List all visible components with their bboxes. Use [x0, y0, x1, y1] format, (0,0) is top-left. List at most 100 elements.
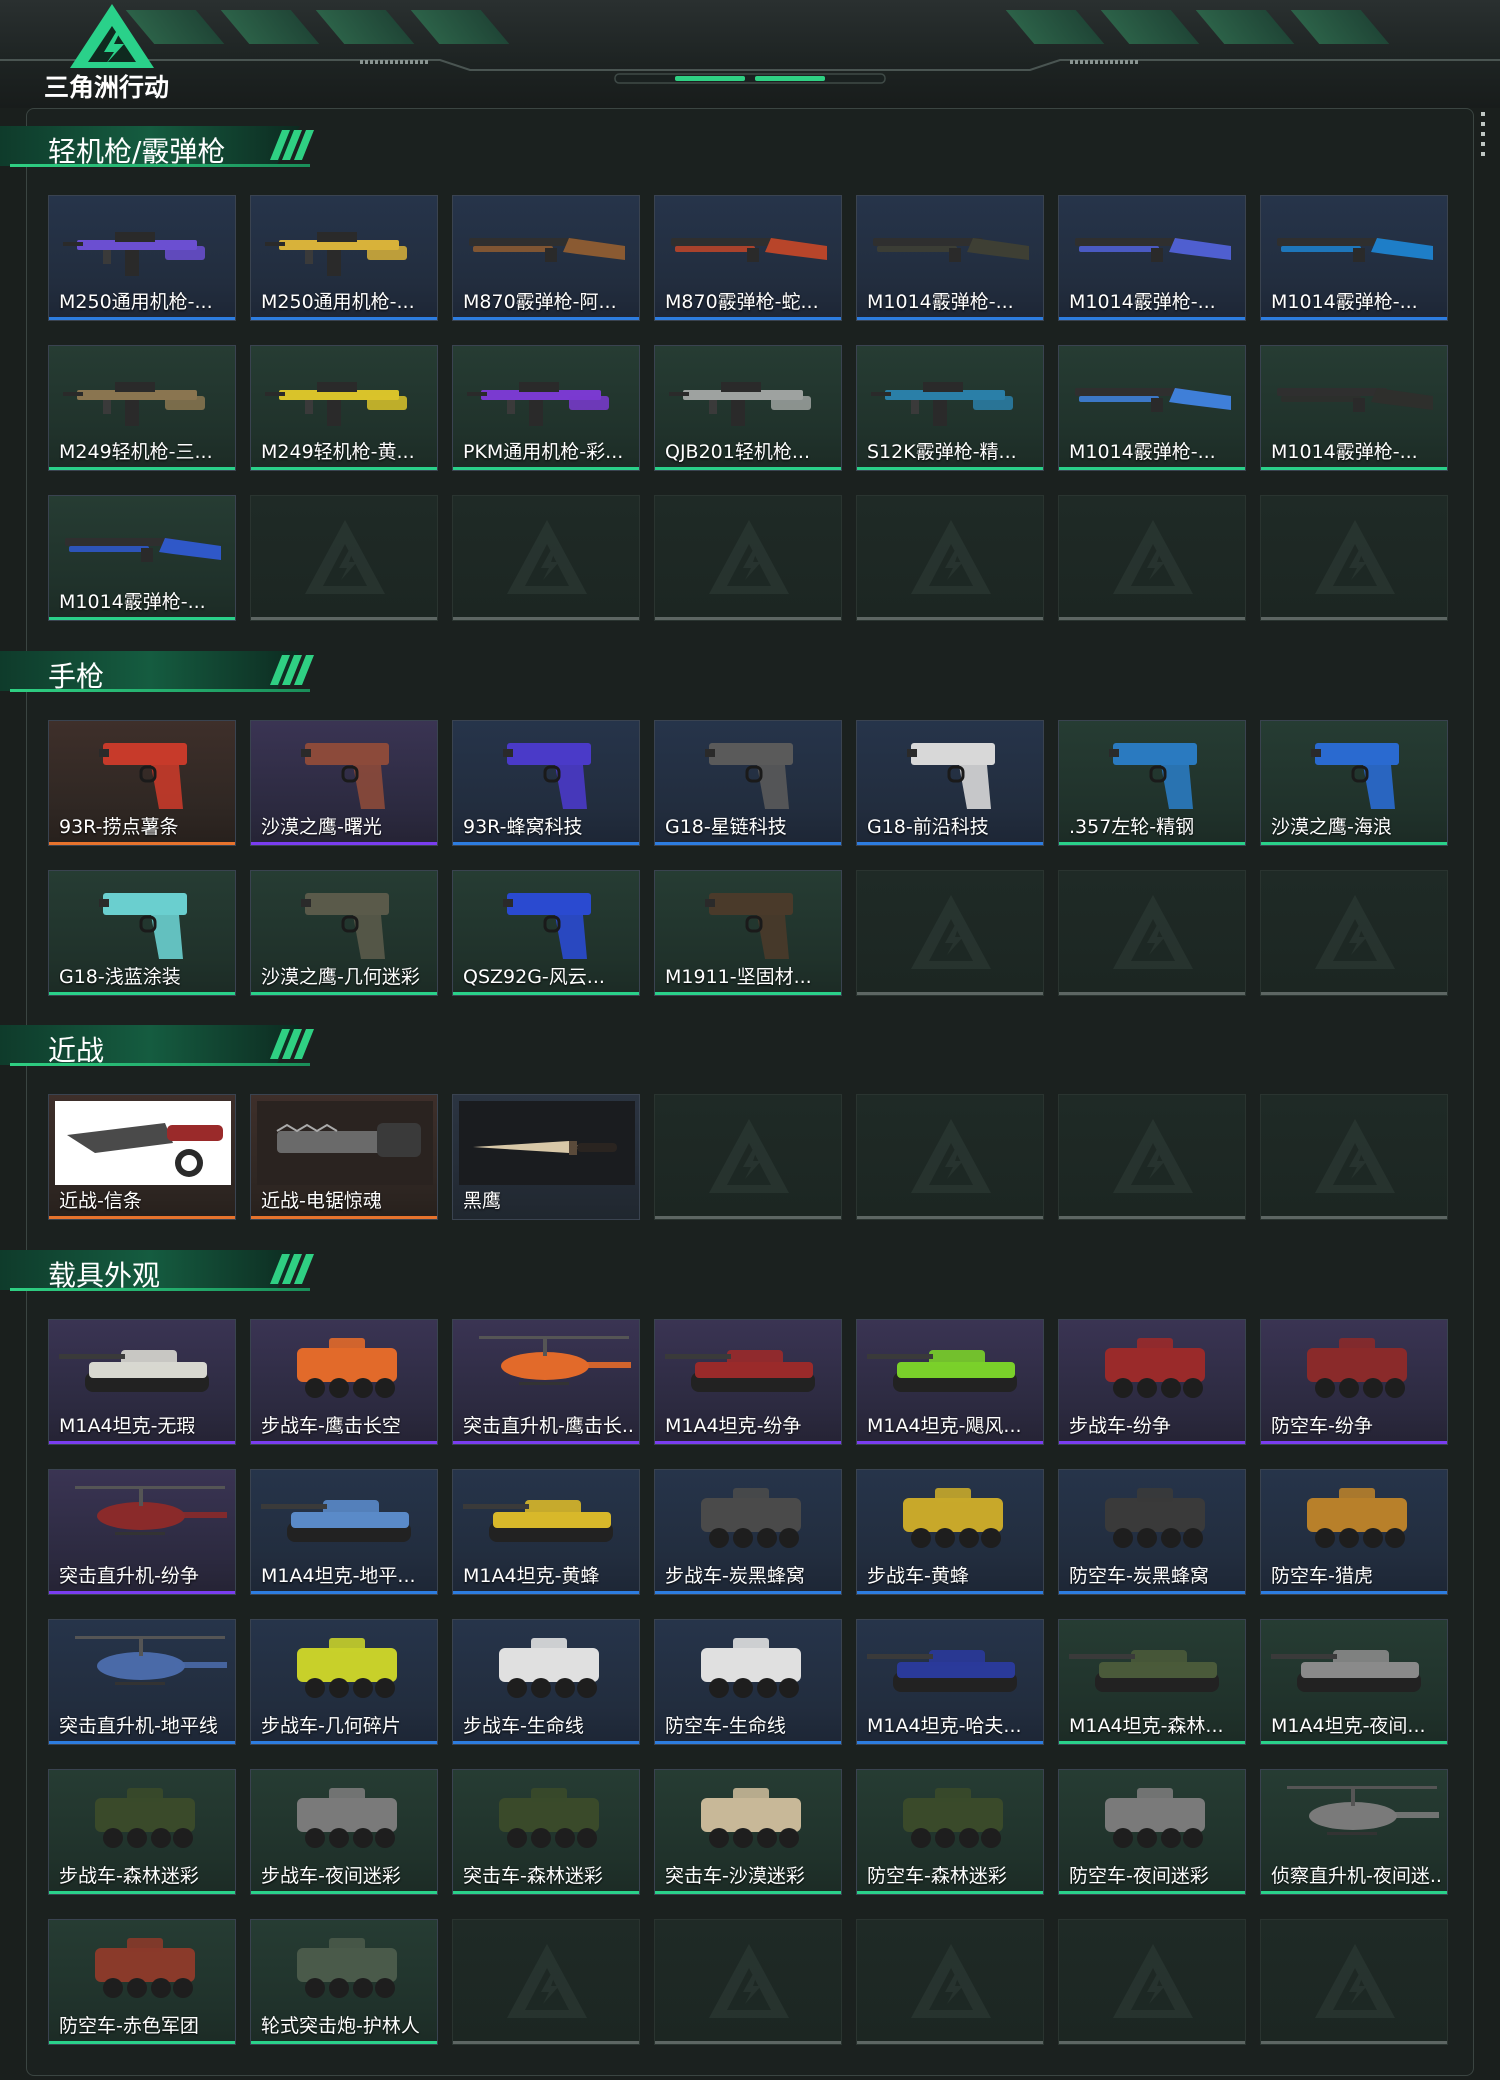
rarity-bar — [453, 1441, 639, 1444]
skin-card[interactable]: 沙漠之鹰-海浪 — [1260, 720, 1448, 846]
skin-card[interactable]: 黑鹰 — [452, 1094, 640, 1220]
skin-card[interactable]: M1A4坦克-森林... — [1058, 1619, 1246, 1745]
rarity-bar — [453, 992, 639, 995]
skin-card[interactable]: 防空车-生命线 — [654, 1619, 842, 1745]
skin-card[interactable]: 93R-蜂窝科技 — [452, 720, 640, 846]
skin-card[interactable]: .357左轮-精钢 — [1058, 720, 1246, 846]
ifv-icon — [903, 1788, 1003, 1848]
skin-name: M1A4坦克-哈夫... — [867, 1715, 1022, 1737]
skin-name: 防空车-生命线 — [665, 1715, 786, 1737]
scrollbar-handle[interactable] — [1480, 112, 1486, 172]
skin-card[interactable]: M1A4坦克-无瑕 — [48, 1319, 236, 1445]
skin-card[interactable]: 步战车-几何碎片 — [250, 1619, 438, 1745]
skin-card[interactable]: M1014霰弹枪-... — [48, 495, 236, 621]
skin-card[interactable]: M1911-坚固材... — [654, 870, 842, 996]
pistol-icon — [301, 893, 389, 959]
skin-card[interactable]: 突击车-森林迷彩 — [452, 1769, 640, 1895]
skin-card[interactable]: 防空车-森林迷彩 — [856, 1769, 1044, 1895]
skin-card[interactable]: QSZ92G-风云... — [452, 870, 640, 996]
skin-card[interactable]: QJB201轻机枪... — [654, 345, 842, 471]
skin-card[interactable]: M1014霰弹枪-... — [1058, 195, 1246, 321]
skin-card[interactable]: 步战车-生命线 — [452, 1619, 640, 1745]
skin-card[interactable]: 步战车-黄蜂 — [856, 1469, 1044, 1595]
skin-card[interactable]: M1A4坦克-地平... — [250, 1469, 438, 1595]
skin-card[interactable]: M1A4坦克-夜间... — [1260, 1619, 1448, 1745]
skin-card[interactable]: S12K霰弹枪-精... — [856, 345, 1044, 471]
rarity-bar — [1261, 1591, 1447, 1594]
skin-card[interactable]: 突击直升机-地平线 — [48, 1619, 236, 1745]
skin-card[interactable]: M249轻机枪-黄... — [250, 345, 438, 471]
rarity-bar — [857, 1441, 1043, 1444]
skin-card[interactable]: G18-浅蓝涂装 — [48, 870, 236, 996]
skin-card[interactable]: 93R-捞点薯条 — [48, 720, 236, 846]
rarity-bar — [251, 2041, 437, 2044]
empty-slot — [1260, 1094, 1448, 1220]
skin-card[interactable]: 防空车-炭黑蜂窝 — [1058, 1469, 1246, 1595]
ifv-icon — [297, 1638, 397, 1698]
skin-card[interactable]: M870霰弹枪-阿... — [452, 195, 640, 321]
skin-card[interactable]: 突击直升机-鹰击长... — [452, 1319, 640, 1445]
skin-card[interactable]: M249轻机枪-三... — [48, 345, 236, 471]
skin-card[interactable]: 侦察直升机-夜间迷... — [1260, 1769, 1448, 1895]
skin-name: 近战-电锯惊魂 — [261, 1190, 382, 1212]
skin-card[interactable]: 突击直升机-纷争 — [48, 1469, 236, 1595]
rarity-bar — [251, 1591, 437, 1594]
section-title: 手枪 — [48, 660, 105, 693]
skin-card[interactable]: 沙漠之鹰-几何迷彩 — [250, 870, 438, 996]
skin-card[interactable]: M1014霰弹枪-... — [1260, 345, 1448, 471]
skin-card[interactable]: M870霰弹枪-蛇... — [654, 195, 842, 321]
skin-card[interactable]: M1014霰弹枪-... — [1260, 195, 1448, 321]
skin-name: 突击直升机-鹰击长... — [463, 1415, 633, 1437]
skin-card[interactable]: 防空车-赤色军团 — [48, 1919, 236, 2045]
skin-card[interactable]: 突击车-沙漠迷彩 — [654, 1769, 842, 1895]
skin-card[interactable]: M250通用机枪-... — [250, 195, 438, 321]
section-title: 近战 — [48, 1034, 105, 1067]
skin-name: M1A4坦克-纷争 — [665, 1415, 802, 1437]
rarity-bar — [857, 467, 1043, 470]
tank-icon — [867, 1650, 1017, 1692]
skin-card[interactable]: M1014霰弹枪-... — [1058, 345, 1246, 471]
skin-card[interactable]: 步战车-夜间迷彩 — [250, 1769, 438, 1895]
rarity-bar — [453, 842, 639, 845]
skin-card[interactable]: G18-星链科技 — [654, 720, 842, 846]
skin-card[interactable]: 步战车-森林迷彩 — [48, 1769, 236, 1895]
skin-name: 防空车-森林迷彩 — [867, 1865, 1007, 1887]
skin-card[interactable]: 沙漠之鹰-曙光 — [250, 720, 438, 846]
skin-card[interactable]: M250通用机枪-... — [48, 195, 236, 321]
skin-card[interactable]: M1A4坦克-飓风... — [856, 1319, 1044, 1445]
ifv-icon — [701, 1638, 801, 1698]
skin-card[interactable]: 防空车-纷争 — [1260, 1319, 1448, 1445]
skin-name: 防空车-夜间迷彩 — [1069, 1865, 1209, 1887]
empty-slot — [856, 870, 1044, 996]
skin-card[interactable]: 步战车-炭黑蜂窝 — [654, 1469, 842, 1595]
section-title: 轻机枪/霰弹枪 — [48, 135, 226, 168]
empty-slot — [856, 1919, 1044, 2045]
skin-card[interactable]: M1A4坦克-黄蜂 — [452, 1469, 640, 1595]
skin-card[interactable]: 防空车-夜间迷彩 — [1058, 1769, 1246, 1895]
skin-card[interactable]: M1A4坦克-纷争 — [654, 1319, 842, 1445]
skin-card[interactable]: 防空车-猎虎 — [1260, 1469, 1448, 1595]
pistol-icon — [1109, 743, 1197, 809]
shotgun-icon — [671, 238, 827, 262]
skin-card[interactable]: 步战车-鹰击长空 — [250, 1319, 438, 1445]
skin-name: QSZ92G-风云... — [463, 966, 605, 988]
skin-card[interactable]: 步战车-纷争 — [1058, 1319, 1246, 1445]
pistol-icon — [99, 893, 187, 959]
skin-card[interactable]: M1A4坦克-哈夫... — [856, 1619, 1044, 1745]
skin-name: 步战车-炭黑蜂窝 — [665, 1565, 805, 1587]
skin-card[interactable]: PKM通用机枪-彩... — [452, 345, 640, 471]
placeholder-logo-icon — [1315, 1944, 1395, 2018]
skin-card[interactable]: G18-前沿科技 — [856, 720, 1044, 846]
gun-icon — [63, 382, 205, 426]
skin-card[interactable]: 轮式突击炮-护林人 — [250, 1919, 438, 2045]
rarity-bar — [251, 1216, 437, 1219]
skin-card[interactable]: 近战-信条 — [48, 1094, 236, 1220]
skin-name: M1014霰弹枪-... — [1069, 291, 1216, 313]
ifv-icon — [701, 1488, 801, 1548]
skin-name: M1014霰弹枪-... — [1271, 441, 1418, 463]
skin-card[interactable]: 近战-电锯惊魂 — [250, 1094, 438, 1220]
rarity-bar — [1059, 1741, 1245, 1744]
section-header: 载具外观 — [0, 1242, 330, 1294]
skin-card[interactable]: M1014霰弹枪-... — [856, 195, 1044, 321]
rarity-bar — [857, 1591, 1043, 1594]
